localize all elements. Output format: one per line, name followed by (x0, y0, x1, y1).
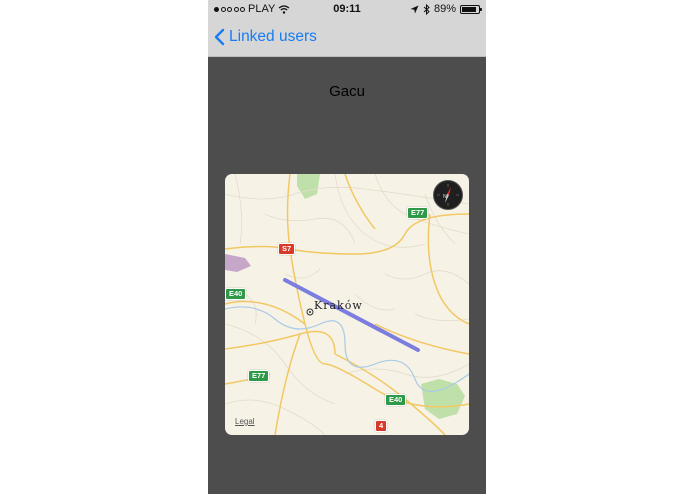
road-shield: E77 (248, 370, 270, 382)
city-label: Kraków (314, 299, 363, 312)
compass-button[interactable]: N (433, 180, 463, 210)
phone-screen: PLAY 09:11 89% Linked users Gacu Kraków … (208, 0, 486, 494)
navigation-bar: PLAY 09:11 89% Linked users (208, 0, 486, 57)
bluetooth-icon (423, 3, 430, 15)
road-shield: E40 (385, 394, 407, 406)
location-arrow-icon (410, 5, 419, 13)
road-shield: S7 (278, 243, 296, 255)
legal-link[interactable]: Legal (235, 417, 255, 426)
linked-user-name: Gacu (329, 83, 365, 100)
status-bar: PLAY 09:11 89% (208, 0, 486, 18)
status-right: 89% (410, 3, 482, 15)
park-area (421, 379, 465, 419)
road-shield: E77 (407, 207, 429, 219)
district-area (225, 254, 251, 272)
battery-icon (460, 4, 482, 14)
road-shield: E40 (225, 288, 247, 300)
back-button[interactable]: Linked users (214, 25, 317, 49)
chevron-left-icon (214, 28, 225, 46)
svg-text:N: N (443, 194, 447, 200)
compass-icon: N (437, 184, 459, 206)
battery-percent: 89% (433, 3, 456, 15)
battery-level-fill (462, 6, 476, 12)
park-area (297, 174, 320, 199)
road-shield: 4 (375, 420, 388, 432)
route-line (283, 278, 420, 352)
location-map[interactable]: Kraków E77 S7 E40 E77 E40 4 N Legal (225, 174, 469, 435)
back-button-label: Linked users (229, 28, 317, 45)
